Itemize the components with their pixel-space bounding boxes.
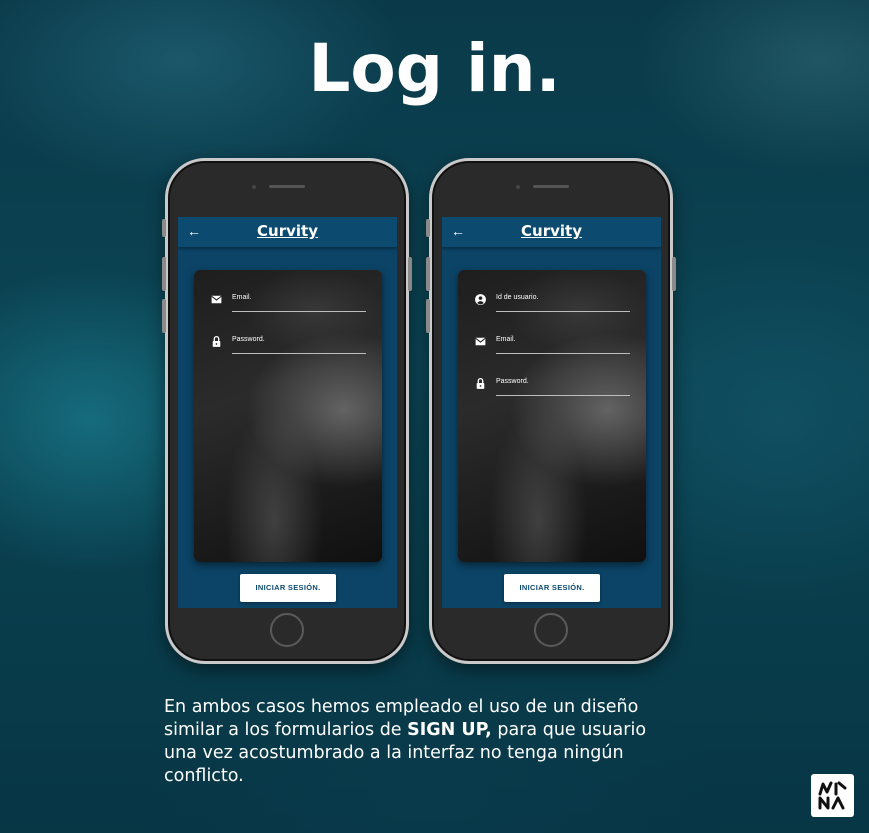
phone-mockup-login-userid: ← Curvity Id de usuario. Email. Password… bbox=[426, 158, 676, 664]
phone-speaker bbox=[269, 185, 305, 188]
description-text: En ambos casos hemos empleado el uso de … bbox=[164, 696, 684, 788]
mail-icon bbox=[211, 295, 222, 304]
phone-camera bbox=[252, 185, 256, 189]
description-bold: SIGN UP, bbox=[407, 720, 492, 740]
email-underline bbox=[496, 353, 630, 354]
app-screen: ← Curvity Email. Password. INICIAR SESIÓ… bbox=[178, 217, 397, 608]
password-label: Password. bbox=[496, 378, 529, 385]
lock-icon bbox=[476, 377, 485, 389]
password-field[interactable]: Password. bbox=[210, 334, 366, 354]
phone-speaker bbox=[533, 185, 569, 188]
phone-volume-up bbox=[162, 257, 166, 291]
phone-power-button bbox=[408, 257, 412, 291]
mina-logo bbox=[811, 774, 854, 817]
user-id-field[interactable]: Id de usuario. bbox=[474, 292, 630, 312]
user-id-underline bbox=[496, 311, 630, 312]
user-id-label: Id de usuario. bbox=[496, 294, 539, 301]
mail-icon bbox=[475, 337, 486, 346]
login-form-card: Id de usuario. Email. Password. bbox=[458, 270, 646, 562]
login-form-card: Email. Password. bbox=[194, 270, 382, 562]
app-screen: ← Curvity Id de usuario. Email. Password… bbox=[442, 217, 661, 608]
app-title: Curvity bbox=[257, 222, 318, 240]
user-circle-icon bbox=[475, 294, 486, 305]
password-underline bbox=[232, 353, 366, 354]
email-label: Email. bbox=[232, 294, 252, 301]
phone-home-button bbox=[534, 613, 568, 647]
phone-volume-down bbox=[426, 299, 430, 333]
phone-home-button bbox=[270, 613, 304, 647]
email-field[interactable]: Email. bbox=[474, 334, 630, 354]
mina-logo-icon bbox=[818, 781, 847, 810]
phone-camera bbox=[516, 185, 520, 189]
app-header: ← Curvity bbox=[178, 217, 397, 247]
page-title: Log in. bbox=[308, 30, 561, 107]
email-label: Email. bbox=[496, 336, 516, 343]
lock-icon bbox=[212, 335, 221, 347]
phone-volume-up bbox=[426, 257, 430, 291]
login-button[interactable]: INICIAR SESIÓN. bbox=[240, 574, 336, 602]
password-label: Password. bbox=[232, 336, 265, 343]
email-underline bbox=[232, 311, 366, 312]
app-title: Curvity bbox=[521, 222, 582, 240]
app-header: ← Curvity bbox=[442, 217, 661, 247]
password-underline bbox=[496, 395, 630, 396]
phone-mute-switch bbox=[162, 219, 166, 237]
phone-power-button bbox=[672, 257, 676, 291]
phone-mockup-login-basic: ← Curvity Email. Password. INICIAR SESIÓ… bbox=[162, 158, 412, 664]
password-field[interactable]: Password. bbox=[474, 376, 630, 396]
phone-mute-switch bbox=[426, 219, 430, 237]
login-button[interactable]: INICIAR SESIÓN. bbox=[504, 574, 600, 602]
phone-volume-down bbox=[162, 299, 166, 333]
email-field[interactable]: Email. bbox=[210, 292, 366, 312]
